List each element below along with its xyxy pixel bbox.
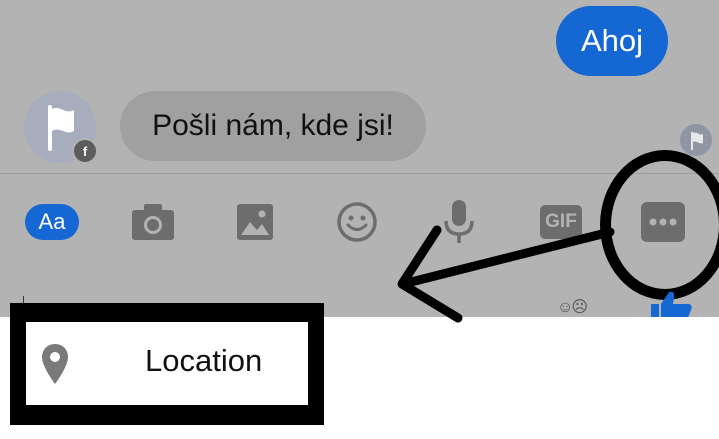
reaction-emoji-icon: ☺☹ [557,299,588,316]
annotation-circle [600,150,719,300]
camera-icon [132,204,174,240]
seen-indicator-avatar [680,124,712,156]
gif-button[interactable]: GIF [534,195,588,249]
microphone-icon [444,200,474,243]
location-label: Location [145,343,263,378]
facebook-badge-icon: f [72,138,98,164]
emoji-icon [337,202,377,242]
thumbs-up-icon[interactable] [649,290,693,320]
incoming-message-text: Pošli nám, kde jsi! [152,109,394,142]
incoming-message-bubble[interactable]: Pošli nám, kde jsi! [120,91,426,161]
voice-button[interactable] [432,195,486,249]
composer-divider [0,173,719,174]
gallery-button[interactable] [228,195,282,249]
emoji-button[interactable] [330,195,384,249]
text-input-button[interactable]: Aa [25,195,79,249]
camera-button[interactable] [126,195,180,249]
aa-label: Aa [25,204,79,240]
location-pin-icon [42,344,68,384]
gallery-icon [237,204,273,240]
gif-label: GIF [540,205,582,239]
outgoing-message-bubble[interactable]: Ahoj [556,6,668,76]
outgoing-message-text: Ahoj [580,23,644,58]
flag-icon [691,132,703,150]
